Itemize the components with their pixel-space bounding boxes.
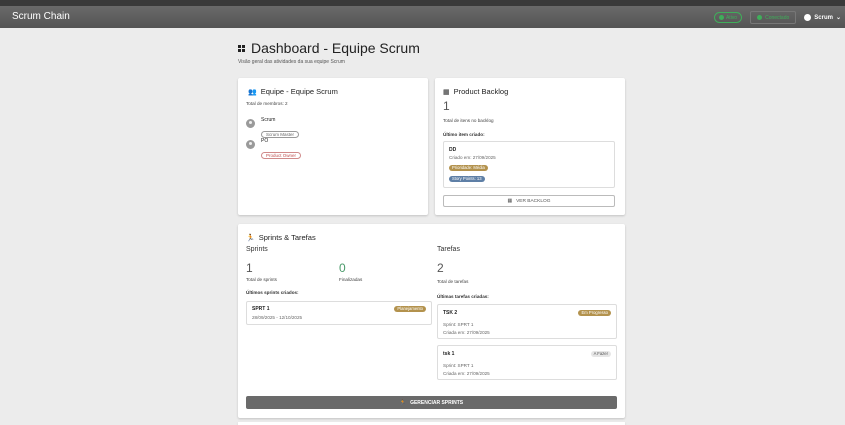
- dashboard-icon: [238, 44, 245, 52]
- member-name: Scrum: [261, 117, 276, 123]
- status-chip-label: Ativo: [725, 14, 738, 21]
- task-sprint: Sprint: SPRT 1: [443, 322, 474, 327]
- backlog-icon: ▦: [443, 88, 450, 96]
- task-created: Criada em: 27/09/2025: [443, 330, 490, 335]
- member-item: PO Product Owner: [246, 138, 302, 162]
- last-item-label: Último item criado:: [443, 132, 485, 137]
- backlog-card: ▦ Product Backlog 1 Total de itens no ba…: [435, 78, 625, 215]
- sprints-finished: 0: [339, 261, 346, 275]
- tasks-total: 2: [437, 261, 444, 275]
- task-created: Criada em: 27/09/2025: [443, 371, 490, 376]
- backlog-item-created: Criado em: 27/09/2025: [449, 155, 496, 160]
- members-total: Total de membros: 2: [246, 101, 288, 106]
- last-sprints-label: Últimos sprints criados:: [246, 290, 299, 295]
- sprints-heading: Sprints: [246, 246, 268, 253]
- sprints-total: 1: [246, 261, 253, 275]
- top-bar-actions: Ativo Conectado Scrum ⌄: [713, 11, 841, 24]
- task-name: TSK 2: [443, 310, 458, 316]
- view-backlog-label: VER BACKLOG: [516, 198, 551, 204]
- user-menu[interactable]: Scrum ⌄: [804, 14, 841, 21]
- task-sprint: Sprint: SPRT 1: [443, 363, 474, 368]
- role-chip: Scrum Master: [261, 131, 300, 138]
- team-card: 👥 Equipe - Equipe Scrum Total de membros…: [238, 78, 428, 215]
- user-name: Scrum: [814, 14, 833, 21]
- chevron-down-icon: ⌄: [835, 15, 841, 21]
- user-account-icon: [804, 14, 812, 21]
- status-dot-icon: [718, 15, 724, 20]
- manage-sprints-button[interactable]: 🏃 GERENCIAR SPRINTS: [246, 396, 617, 409]
- sprint-name: SPRT 1: [252, 306, 270, 312]
- story-points-badge: Story Points: 13: [449, 176, 485, 182]
- connection-button[interactable]: Conectado: [750, 11, 797, 24]
- sprints-tasks-card: 🏃 Sprints & Tarefas Sprints 1 Total de s…: [238, 224, 625, 418]
- sprint-item[interactable]: SPRT 1 28/09/2025 - 12/10/2025 Planejame…: [246, 301, 432, 325]
- connection-dot-icon: [757, 15, 763, 20]
- manage-sprints-label: GERENCIAR SPRINTS: [410, 399, 464, 406]
- sprint-status-badge: Planejamento: [394, 306, 426, 312]
- role-chip: Product Owner: [261, 152, 302, 159]
- page-title-text: Dashboard - Equipe Scrum: [251, 40, 420, 56]
- tasks-total-label: Total de tarefas: [437, 279, 469, 284]
- backlog-card-title: ▦ Product Backlog: [443, 87, 508, 96]
- task-item[interactable]: TSK 2 Em Progresso Sprint: SPRT 1 Criada…: [437, 304, 617, 339]
- backlog-count: 1: [443, 99, 450, 113]
- backlog-item[interactable]: DD Criado em: 27/09/2025 Prioridade: Méd…: [443, 141, 615, 188]
- top-app-bar: Scrum Chain Ativo Conectado Scrum ⌄: [0, 0, 845, 28]
- sprints-card-title: 🏃 Sprints & Tarefas: [246, 233, 316, 242]
- member-name: PO: [261, 138, 269, 144]
- sprints-finished-label: Finalizadas: [339, 277, 363, 282]
- avatar-icon: [246, 119, 255, 128]
- backlog-card-title-text: Product Backlog: [453, 87, 509, 96]
- backlog-icon: ▦: [507, 198, 513, 204]
- backlog-item-name: DD: [449, 147, 457, 153]
- last-tasks-label: Últimas tarefas criadas:: [437, 294, 489, 299]
- sprints-card-title-text: Sprints & Tarefas: [258, 233, 316, 242]
- task-status-badge: Em Progresso: [578, 310, 611, 316]
- tasks-heading: Tarefas: [437, 246, 460, 253]
- task-item[interactable]: tsk 1 A Fazer Sprint: SPRT 1 Criada em: …: [437, 345, 617, 380]
- status-chip: Ativo: [713, 12, 743, 23]
- view-backlog-button[interactable]: ▦ VER BACKLOG: [443, 195, 615, 207]
- task-status-badge: A Fazer: [590, 351, 611, 357]
- sprints-total-label: Total de sprints: [246, 277, 277, 282]
- page-subtitle: Visão geral das atividades da sua equipe…: [238, 59, 345, 65]
- backlog-count-label: Total de itens no backlog: [443, 118, 494, 123]
- team-card-title-text: Equipe - Equipe Scrum: [260, 87, 338, 96]
- group-icon: 👥: [248, 88, 257, 96]
- connection-label: Conectado: [765, 14, 790, 21]
- run-icon: 🏃: [246, 234, 255, 242]
- main-content: Dashboard - Equipe Scrum Visão geral das…: [0, 28, 845, 425]
- page-title: Dashboard - Equipe Scrum: [238, 40, 420, 56]
- priority-badge: Prioridade: Média: [449, 165, 488, 171]
- avatar-icon: [246, 140, 255, 149]
- run-icon: 🏃: [399, 399, 407, 406]
- team-card-title: 👥 Equipe - Equipe Scrum: [248, 87, 338, 96]
- sprint-dates: 28/09/2025 - 12/10/2025: [252, 315, 303, 320]
- task-name: tsk 1: [443, 351, 455, 357]
- app-title: Scrum Chain: [12, 11, 70, 22]
